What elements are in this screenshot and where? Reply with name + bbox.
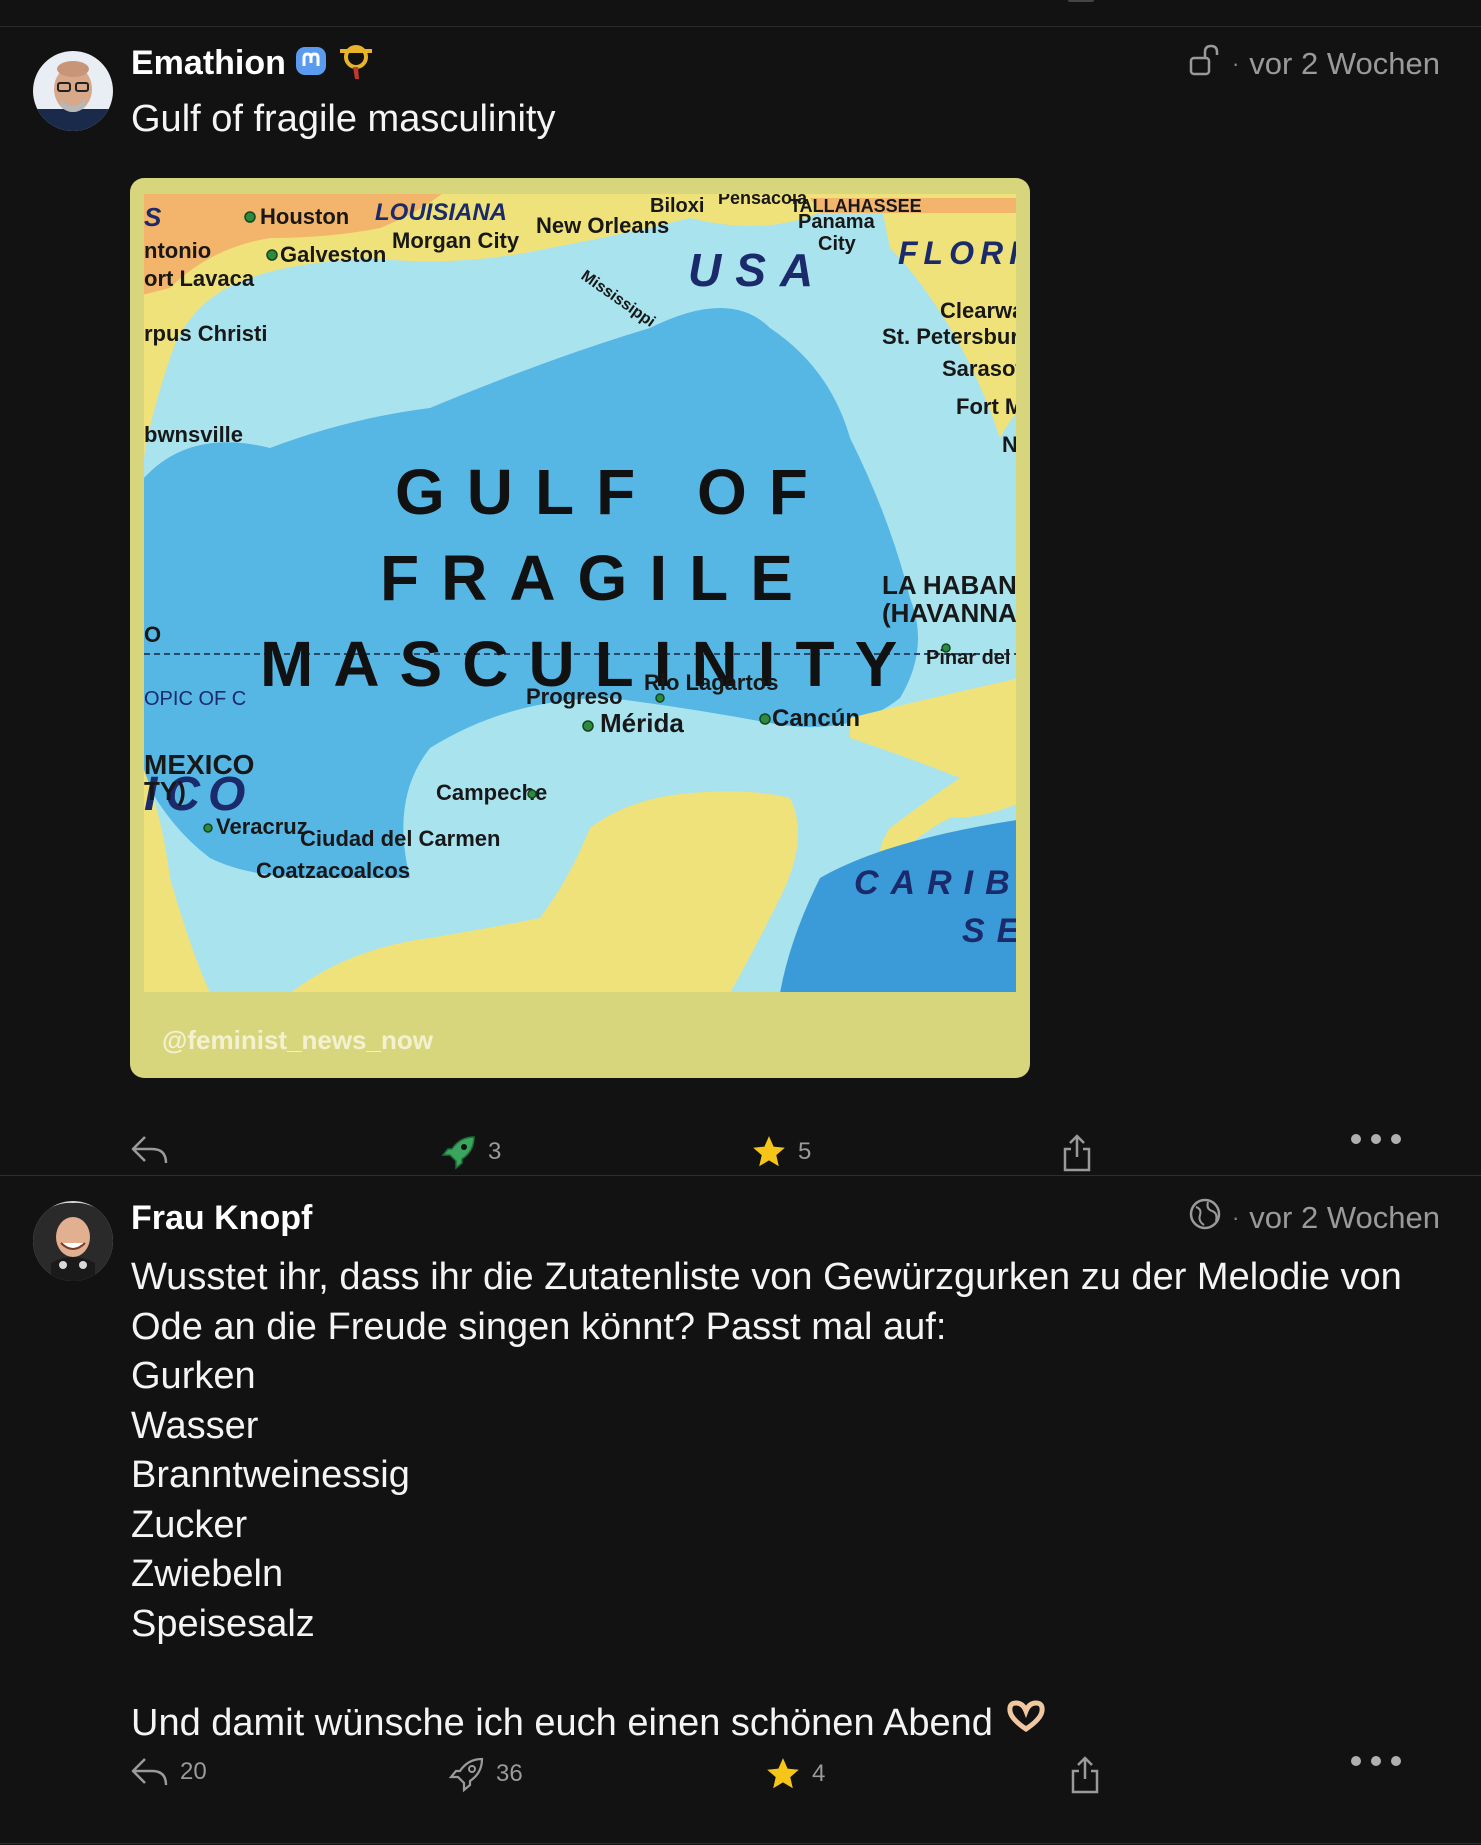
share-icon bbox=[1060, 1133, 1094, 1173]
map-label: Houston bbox=[260, 204, 349, 229]
map-label: Mérida bbox=[600, 708, 684, 738]
map-label: bwnsville bbox=[144, 422, 243, 447]
media-watermark: @feminist_news_now bbox=[162, 1025, 433, 1055]
avatar[interactable] bbox=[33, 51, 113, 131]
boost-count: 3 bbox=[488, 1138, 502, 1165]
mastodon-badge-icon bbox=[294, 44, 328, 83]
post-text-line: Speisesalz bbox=[131, 1602, 315, 1645]
post-text-line: Branntweinessig bbox=[131, 1454, 410, 1496]
separator-dot: · bbox=[1231, 1205, 1240, 1230]
map-label: S bbox=[144, 202, 162, 232]
post-text-line: Wasser bbox=[131, 1404, 259, 1447]
favourite-button[interactable]: 4 bbox=[764, 1755, 825, 1793]
author-name[interactable]: Emathion bbox=[131, 44, 286, 83]
map-label: Biloxi bbox=[650, 195, 704, 217]
rocket-icon bbox=[440, 1133, 478, 1171]
more-button[interactable] bbox=[1350, 1755, 1402, 1767]
map-label: Galveston bbox=[280, 242, 386, 267]
map-label: SE bbox=[962, 912, 1030, 950]
map-label: Pensacola bbox=[718, 188, 808, 208]
favourite-count: 5 bbox=[798, 1138, 812, 1165]
map-label: OPIC OF C bbox=[144, 688, 246, 710]
map-label: CARIB bbox=[854, 864, 1022, 902]
post-text-line: Zucker bbox=[131, 1503, 248, 1546]
boost-count: 36 bbox=[496, 1760, 523, 1787]
map-label: Panama bbox=[798, 211, 876, 233]
posthorn-icon bbox=[336, 41, 376, 86]
share-button[interactable] bbox=[1060, 1133, 1094, 1173]
map-label: LA HABAN bbox=[882, 570, 1017, 600]
map-headline-line: FRAGILE bbox=[380, 542, 815, 614]
post-text: Wusstet ihr, dass ihr die Zutatenliste v… bbox=[131, 1253, 1402, 1748]
map-label: TY) bbox=[144, 776, 186, 806]
star-icon bbox=[750, 1133, 788, 1171]
favourite-button[interactable]: 5 bbox=[750, 1133, 811, 1171]
unlock-icon bbox=[1188, 42, 1222, 86]
map-label: Cancún bbox=[772, 705, 860, 732]
map-label: Rio Lagartos bbox=[644, 670, 778, 695]
post[interactable]: Frau Knopf · vor 2 Wochen Wusstet ihr, d… bbox=[0, 1177, 1481, 1844]
share-button[interactable] bbox=[1068, 1755, 1102, 1795]
reply-button[interactable]: 20 bbox=[130, 1755, 207, 1789]
map-label: rpus Christi bbox=[144, 321, 267, 346]
map-label: Clearwa bbox=[940, 298, 1025, 323]
map-label: City bbox=[818, 233, 857, 255]
reply-button[interactable] bbox=[130, 1133, 180, 1167]
map-graphic: GULF OF FRAGILE MASCULINITY USA FLORI LO… bbox=[144, 188, 1030, 992]
map-label: Morgan City bbox=[392, 228, 520, 253]
map-label: ort Lavaca bbox=[144, 266, 255, 291]
avatar[interactable] bbox=[33, 1201, 113, 1281]
post-text-line: Gurken bbox=[131, 1355, 256, 1397]
post-actions: 20 36 4 bbox=[0, 1755, 1481, 1815]
post-text-line: Zwiebeln bbox=[131, 1553, 284, 1595]
grabber bbox=[1068, 0, 1094, 2]
top-bar bbox=[0, 0, 1481, 27]
post-text-line: Wusstet ihr, dass ihr die Zutatenliste v… bbox=[131, 1256, 1402, 1298]
map-label: USA bbox=[688, 244, 827, 296]
map-label: FLORI bbox=[898, 235, 1024, 271]
map-label: Coatzacoalcos bbox=[256, 858, 410, 883]
map-label: O bbox=[144, 622, 161, 647]
post-time[interactable]: vor 2 Wochen bbox=[1249, 1200, 1440, 1236]
star-icon bbox=[764, 1755, 802, 1793]
rocket-icon bbox=[448, 1755, 486, 1793]
author-name[interactable]: Frau Knopf bbox=[131, 1199, 312, 1238]
map-label: ntonio bbox=[144, 238, 211, 263]
post[interactable]: Emathion · vor 2 Wochen Gulf of fragile … bbox=[0, 27, 1481, 1176]
reply-count: 20 bbox=[180, 1758, 207, 1785]
map-label: Fort M bbox=[956, 394, 1023, 419]
map-headline-line: GULF OF bbox=[395, 456, 830, 528]
reply-icon bbox=[130, 1133, 170, 1167]
map-label: Progreso bbox=[526, 684, 623, 709]
favourite-count: 4 bbox=[812, 1760, 826, 1787]
more-button[interactable] bbox=[1350, 1133, 1402, 1145]
post-text-line: Ode an die Freude singen könnt? Passt ma… bbox=[131, 1305, 947, 1348]
boost-button[interactable]: 36 bbox=[448, 1755, 523, 1793]
map-label: Veracruz bbox=[216, 814, 308, 839]
separator-dot: · bbox=[1231, 51, 1240, 76]
map-label: Ciudad del Carmen bbox=[300, 826, 500, 851]
post-text: Gulf of fragile masculinity bbox=[131, 98, 556, 140]
globe-icon bbox=[1188, 1197, 1222, 1239]
map-label: Pinar del R bbox=[926, 647, 1030, 669]
post-time[interactable]: vor 2 Wochen bbox=[1249, 46, 1440, 82]
closing-line: Und damit wünsche ich euch einen schönen… bbox=[131, 1701, 993, 1744]
map-label: Sarasot bbox=[942, 356, 1023, 381]
more-icon bbox=[1350, 1133, 1402, 1145]
more-icon bbox=[1350, 1755, 1402, 1767]
map-label: N bbox=[1002, 432, 1018, 457]
map-label: St. Petersburg bbox=[882, 324, 1030, 349]
boost-button[interactable]: 3 bbox=[440, 1133, 501, 1171]
share-icon bbox=[1068, 1755, 1102, 1795]
map-label: LOUISIANA bbox=[375, 199, 507, 226]
reply-icon bbox=[130, 1755, 170, 1789]
heart-hands-icon bbox=[1005, 1699, 1047, 1749]
map-label: (HAVANNA bbox=[882, 598, 1017, 628]
media-image[interactable]: GULF OF FRAGILE MASCULINITY USA FLORI LO… bbox=[130, 178, 1030, 1078]
post-text-line: Und damit wünsche ich euch einen schönen… bbox=[131, 1699, 1402, 1749]
